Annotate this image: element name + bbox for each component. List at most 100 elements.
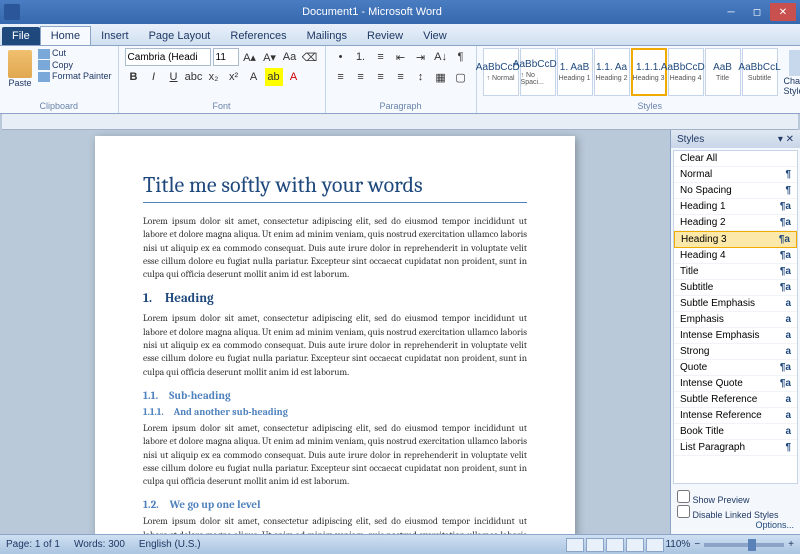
tab-references[interactable]: References <box>220 27 296 45</box>
tab-home[interactable]: Home <box>40 26 91 45</box>
page[interactable]: Title me softly with your words Lorem ip… <box>95 136 575 534</box>
show-preview-checkbox[interactable]: Show Preview <box>677 490 794 505</box>
disable-linked-checkbox[interactable]: Disable Linked Styles <box>677 505 794 520</box>
styles-pane-close[interactable]: ▾ ✕ <box>778 134 794 145</box>
show-marks-button[interactable]: ¶ <box>452 48 470 66</box>
style-gallery-item[interactable]: 1.1. AaHeading 2 <box>594 48 630 96</box>
text-effects-button[interactable]: A <box>245 68 263 86</box>
style-list-item[interactable]: Subtitle¶a <box>674 280 797 296</box>
paste-button[interactable]: Paste <box>6 48 34 90</box>
view-full-screen[interactable] <box>586 538 604 552</box>
doc-heading-1[interactable]: 1. Heading <box>143 291 527 306</box>
tab-view[interactable]: View <box>413 27 457 45</box>
tab-page-layout[interactable]: Page Layout <box>139 27 221 45</box>
doc-heading-2[interactable]: 1.2. We go up one level <box>143 498 527 511</box>
shading-button[interactable]: ▦ <box>432 68 450 86</box>
change-styles-button[interactable]: Change Styles <box>782 48 800 98</box>
tab-mailings[interactable]: Mailings <box>297 27 357 45</box>
maximize-button[interactable]: ◻ <box>744 3 770 21</box>
copy-button[interactable]: Copy <box>38 60 112 71</box>
format-painter-button[interactable]: Format Painter <box>38 71 112 82</box>
style-list-item[interactable]: Book Titlea <box>674 424 797 440</box>
view-web-layout[interactable] <box>606 538 624 552</box>
status-language[interactable]: English (U.S.) <box>139 539 201 550</box>
style-list-item[interactable]: Title¶a <box>674 264 797 280</box>
bullets-button[interactable]: • <box>332 48 350 66</box>
style-list-item[interactable]: Subtle Referencea <box>674 392 797 408</box>
doc-title[interactable]: Title me softly with your words <box>143 172 527 203</box>
view-print-layout[interactable] <box>566 538 584 552</box>
style-list-item[interactable]: Stronga <box>674 344 797 360</box>
style-list-item[interactable]: Normal¶ <box>674 167 797 183</box>
doc-heading-3[interactable]: 1.1.1. And another sub-heading <box>143 406 527 418</box>
style-list-item[interactable]: Heading 1¶a <box>674 199 797 215</box>
style-list-item[interactable]: Subtle Emphasisa <box>674 296 797 312</box>
zoom-slider[interactable] <box>704 543 784 547</box>
view-draft[interactable] <box>646 538 664 552</box>
style-gallery-item[interactable]: AaBTitle <box>705 48 741 96</box>
style-gallery-item[interactable]: AaBbCcDd↑ No Spaci... <box>520 48 556 96</box>
styles-gallery[interactable]: AaBbCcDd↑ NormalAaBbCcDd↑ No Spaci...1. … <box>483 48 778 96</box>
zoom-in[interactable]: + <box>788 539 794 550</box>
tab-insert[interactable]: Insert <box>91 27 139 45</box>
highlight-button[interactable]: ab <box>265 68 283 86</box>
grow-font-button[interactable]: A▴ <box>241 48 259 66</box>
change-case-button[interactable]: Aa <box>281 48 299 66</box>
tab-file[interactable]: File <box>2 27 40 45</box>
style-list-item[interactable]: Intense Quote¶a <box>674 376 797 392</box>
line-spacing-button[interactable]: ↕ <box>412 68 430 86</box>
cut-button[interactable]: Cut <box>38 48 112 59</box>
style-list-item[interactable]: Heading 2¶a <box>674 215 797 231</box>
increase-indent-button[interactable]: ⇥ <box>412 48 430 66</box>
numbering-button[interactable]: 1. <box>352 48 370 66</box>
style-gallery-item[interactable]: AaBbCcDdHeading 4 <box>668 48 704 96</box>
view-outline[interactable] <box>626 538 644 552</box>
minimize-button[interactable]: ─ <box>718 3 744 21</box>
align-center-button[interactable]: ≡ <box>352 68 370 86</box>
style-gallery-item[interactable]: AaBbCcLSubtitle <box>742 48 778 96</box>
style-gallery-item[interactable]: AaBbCcDd↑ Normal <box>483 48 519 96</box>
font-color-button[interactable]: A <box>285 68 303 86</box>
multilevel-button[interactable]: ≡ <box>372 48 390 66</box>
doc-paragraph[interactable]: Lorem ipsum dolor sit amet, consectetur … <box>143 215 527 281</box>
style-list-item[interactable]: No Spacing¶ <box>674 183 797 199</box>
style-clear-all[interactable]: Clear All <box>674 151 797 167</box>
subscript-button[interactable]: x₂ <box>205 68 223 86</box>
align-left-button[interactable]: ≡ <box>332 68 350 86</box>
zoom-out[interactable]: − <box>694 539 700 550</box>
underline-button[interactable]: U <box>165 68 183 86</box>
style-list-item[interactable]: Emphasisa <box>674 312 797 328</box>
strikethrough-button[interactable]: abc <box>185 68 203 86</box>
font-family-combo[interactable] <box>125 48 211 66</box>
doc-heading-2[interactable]: 1.1. Sub-heading <box>143 389 527 402</box>
style-list-item[interactable]: Intense Emphasisa <box>674 328 797 344</box>
font-size-combo[interactable] <box>213 48 239 66</box>
style-list-item[interactable]: Intense Referencea <box>674 408 797 424</box>
status-words[interactable]: Words: 300 <box>74 539 125 550</box>
document-area[interactable]: Title me softly with your words Lorem ip… <box>0 130 670 534</box>
tab-review[interactable]: Review <box>357 27 413 45</box>
status-page[interactable]: Page: 1 of 1 <box>6 539 60 550</box>
shrink-font-button[interactable]: A▾ <box>261 48 279 66</box>
bold-button[interactable]: B <box>125 68 143 86</box>
decrease-indent-button[interactable]: ⇤ <box>392 48 410 66</box>
style-list-item[interactable]: List Paragraph¶ <box>674 440 797 456</box>
styles-list[interactable]: Clear All Normal¶No Spacing¶Heading 1¶aH… <box>673 150 798 484</box>
styles-options-link[interactable]: Options... <box>677 520 794 530</box>
doc-paragraph[interactable]: Lorem ipsum dolor sit amet, consectetur … <box>143 422 527 488</box>
sort-button[interactable]: A↓ <box>432 48 450 66</box>
justify-button[interactable]: ≡ <box>392 68 410 86</box>
zoom-level[interactable]: 110% <box>665 539 690 550</box>
style-gallery-item[interactable]: 1. AaBHeading 1 <box>557 48 593 96</box>
align-right-button[interactable]: ≡ <box>372 68 390 86</box>
style-list-item[interactable]: Heading 4¶a <box>674 248 797 264</box>
doc-paragraph[interactable]: Lorem ipsum dolor sit amet, consectetur … <box>143 515 527 534</box>
clear-formatting-button[interactable]: ⌫ <box>301 48 319 66</box>
style-list-item[interactable]: Quote¶a <box>674 360 797 376</box>
superscript-button[interactable]: x² <box>225 68 243 86</box>
borders-button[interactable]: ▢ <box>452 68 470 86</box>
horizontal-ruler[interactable] <box>2 114 798 130</box>
close-button[interactable]: ✕ <box>770 3 796 21</box>
doc-paragraph[interactable]: Lorem ipsum dolor sit amet, consectetur … <box>143 312 527 378</box>
style-list-item[interactable]: Heading 3¶a <box>674 231 797 248</box>
